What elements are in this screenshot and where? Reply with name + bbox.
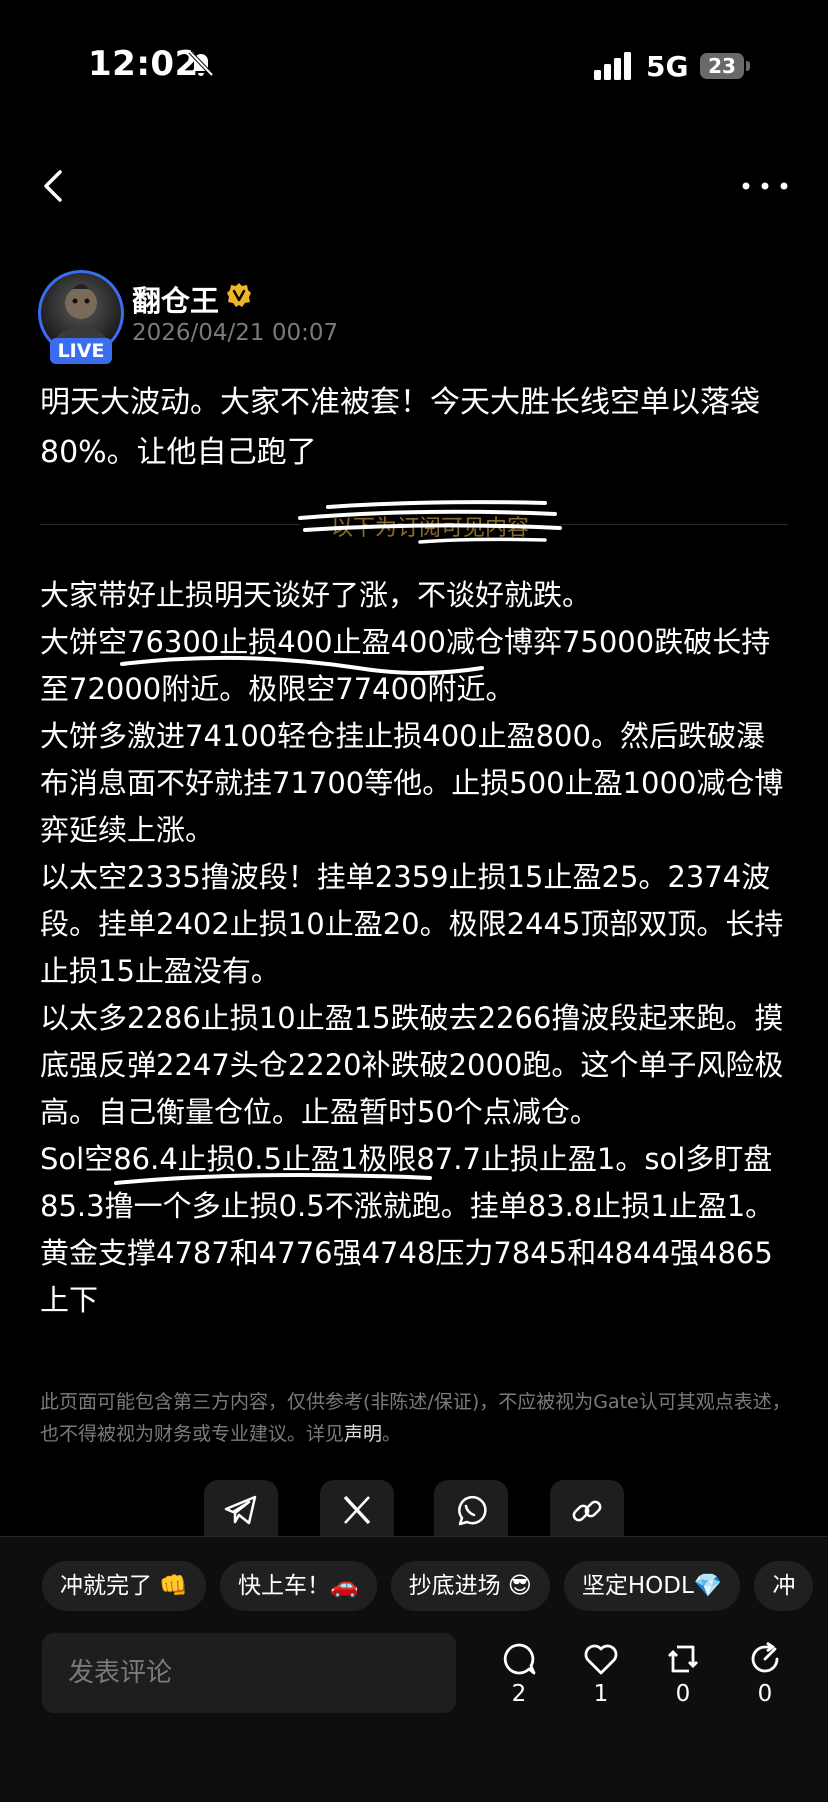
quick-reaction-chips: 冲就完了 👊 快上车！🚗 抄底进场 😎 坚定HODL💎 冲 (42, 1561, 828, 1611)
network-type: 5G (646, 50, 689, 83)
subscriber-content-label: 以下为订阅可见内容 (330, 516, 529, 541)
divider-line (560, 524, 788, 525)
post-date: 2026/04/21 00:07 (132, 320, 339, 346)
comment-count: 2 (511, 1681, 527, 1707)
disclaimer-text: 此页面可能包含第三方内容，仅供参考(非陈述/保证)，不应被视为Gate认可其观点… (40, 1391, 791, 1445)
heart-icon (584, 1644, 618, 1675)
post-paragraph: 大饼多激进74100轻仓挂止损400止盈800。然后跌破瀑布消息面不好就挂717… (40, 719, 784, 847)
reaction-chip[interactable]: 快上车！🚗 (219, 1561, 377, 1611)
reaction-chip[interactable]: 坚定HODL💎 (563, 1561, 741, 1611)
post-paragraph: 以太空2335撸波段！挂单2359止损15止盈25。2374波段。挂单2402止… (40, 860, 784, 988)
share-x-button[interactable] (320, 1480, 394, 1540)
share-arrow-icon (751, 1641, 779, 1673)
telegram-icon (224, 1495, 257, 1525)
more-options-icon[interactable] (740, 176, 790, 196)
share-row (0, 1480, 828, 1540)
battery-icon: 23 (700, 53, 750, 79)
disclaimer-link[interactable]: 声明 (344, 1423, 382, 1445)
disclaimer-end: 。 (382, 1423, 402, 1445)
repost-icon (668, 1645, 698, 1673)
post-content: 大家带好止损明天谈好了涨，不谈好就跌。 大饼空76300止损400止盈400减仓… (40, 572, 792, 1324)
whatsapp-icon (458, 1495, 487, 1526)
share-count: 0 (757, 1681, 773, 1707)
share-telegram-button[interactable] (204, 1480, 278, 1540)
reaction-chip[interactable]: 冲 (754, 1561, 814, 1611)
post-paragraph: 黄金支撑4787和4776强4748压力7845和4844强4865上下 (40, 1236, 773, 1317)
post-paragraph: 大家带好止损明天谈好了涨，不谈好就跌。 (40, 578, 592, 612)
share-button[interactable]: 0 (735, 1641, 795, 1707)
comment-button[interactable]: 2 (489, 1641, 549, 1707)
post-paragraph: 以太多2286止损10止盈15跌破去2266撸波段起来跑。摸底强反弹2247头仓… (40, 1001, 784, 1129)
post-intro: 明天大波动。大家不准被套！今天大胜长线空单以落袋80%。让他自己跑了 (40, 385, 760, 470)
reaction-chip[interactable]: 冲就完了 👊 (42, 1561, 206, 1611)
battery-level: 23 (700, 53, 744, 79)
copy-link-button[interactable] (550, 1480, 624, 1540)
repost-button[interactable]: 0 (653, 1641, 713, 1707)
x-icon (343, 1495, 371, 1525)
repost-count: 0 (675, 1681, 691, 1707)
comment-input[interactable]: 发表评论 (42, 1633, 456, 1713)
like-count: 1 (593, 1681, 609, 1707)
author-avatar[interactable]: LIVE (38, 270, 124, 364)
share-whatsapp-button[interactable] (434, 1480, 508, 1540)
comment-icon (503, 1643, 536, 1675)
bottom-bar: 冲就完了 👊 快上车！🚗 抄底进场 😎 坚定HODL💎 冲 发表评论 2 1 0 0 (0, 1536, 828, 1802)
status-time: 12:02 (88, 44, 199, 84)
signal-icon (594, 52, 631, 80)
bell-muted-icon (188, 50, 214, 77)
post-paragraph: Sol空86.4止损0.5止盈1极限87.7止损止盈1。sol多盯盘85.3撸一… (40, 1142, 775, 1223)
live-badge: LIVE (50, 338, 112, 364)
divider-line (40, 524, 300, 525)
back-arrow-icon[interactable] (36, 164, 72, 208)
like-button[interactable]: 1 (571, 1641, 631, 1707)
verified-badge-icon (227, 283, 251, 307)
disclaimer: 此页面可能包含第三方内容，仅供参考(非陈述/保证)，不应被视为Gate认可其观点… (40, 1386, 792, 1450)
author-name[interactable]: 翻仓王 (132, 278, 219, 320)
link-icon (572, 1500, 602, 1522)
post-paragraph: 大饼空76300止损400止盈400减仓博弈75000跌破长持至72000附近。… (40, 625, 771, 706)
status-bar: 12:02 5G 23 (0, 0, 828, 130)
reaction-chip[interactable]: 抄底进场 😎 (390, 1561, 550, 1611)
